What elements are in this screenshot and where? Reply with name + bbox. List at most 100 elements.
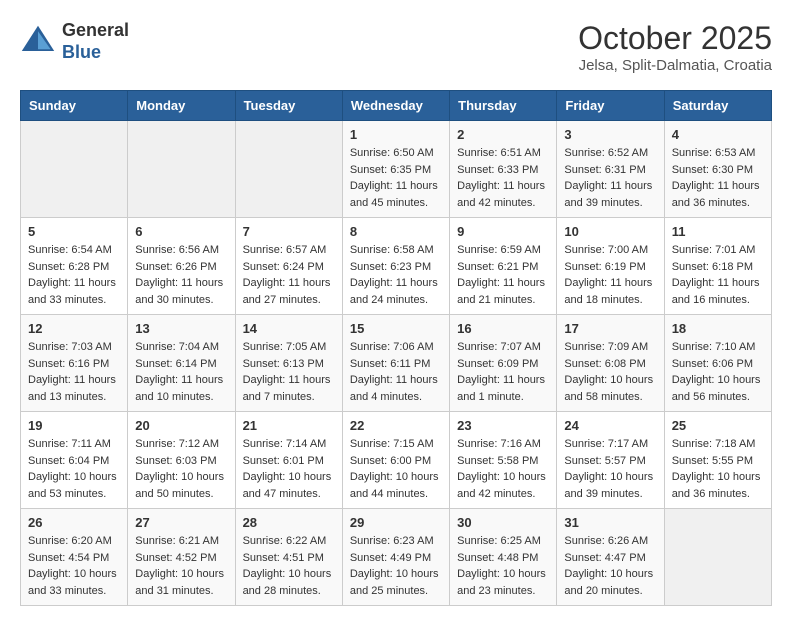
location: Jelsa, Split-Dalmatia, Croatia (578, 57, 772, 74)
day-header-sunday: Sunday (21, 91, 128, 121)
calendar-cell: 18Sunrise: 7:10 AM Sunset: 6:06 PM Dayli… (664, 315, 771, 412)
day-number: 3 (564, 127, 656, 142)
week-row-4: 19Sunrise: 7:11 AM Sunset: 6:04 PM Dayli… (21, 412, 772, 509)
calendar-cell: 9 Sunrise: 6:59 AM Sunset: 6:21 PM Daylig… (450, 218, 557, 315)
calendar-table: SundayMondayTuesdayWednesdayThursdayFrid… (20, 90, 772, 606)
calendar-cell: 14Sunrise: 7:05 AM Sunset: 6:13 PM Dayli… (235, 315, 342, 412)
day-number: 4 (672, 127, 764, 142)
calendar-cell: 22Sunrise: 7:15 AM Sunset: 6:00 PM Dayli… (342, 412, 449, 509)
day-info: Sunrise: 7:06 AM Sunset: 6:11 PM Dayligh… (350, 339, 442, 405)
day-info: Sunrise: 7:17 AM Sunset: 5:57 PM Dayligh… (564, 436, 656, 502)
calendar-cell: 23 Sunrise: 7:16 AM Sunset: 5:58 PM Dayli… (450, 412, 557, 509)
day-info: Sunrise: 7:03 AM Sunset: 6:16 PM Dayligh… (28, 339, 120, 405)
day-number: 18 (672, 321, 764, 336)
day-header-monday: Monday (128, 91, 235, 121)
day-info: Sunrise: 7:01 AM Sunset: 6:18 PM Dayligh… (672, 242, 764, 308)
day-info: Sunrise: 6:57 AM Sunset: 6:24 PM Dayligh… (243, 242, 335, 308)
calendar-cell: 4 Sunrise: 6:53 AM Sunset: 6:30 PM Daylig… (664, 121, 771, 218)
calendar-cell: 11 Sunrise: 7:01 AM Sunset: 6:18 PM Dayli… (664, 218, 771, 315)
calendar-cell: 30Sunrise: 6:25 AM Sunset: 4:48 PM Dayli… (450, 509, 557, 606)
month-title: October 2025 (578, 20, 772, 57)
calendar-cell: 13Sunrise: 7:04 AM Sunset: 6:14 PM Dayli… (128, 315, 235, 412)
calendar-cell: 28 Sunrise: 6:22 AM Sunset: 4:51 PM Dayli… (235, 509, 342, 606)
day-header-wednesday: Wednesday (342, 91, 449, 121)
calendar-cell: 2 Sunrise: 6:51 AM Sunset: 6:33 PM Daylig… (450, 121, 557, 218)
day-info: Sunrise: 7:05 AM Sunset: 6:13 PM Dayligh… (243, 339, 335, 405)
day-number: 24 (564, 418, 656, 433)
day-number: 16 (457, 321, 549, 336)
day-info: Sunrise: 6:20 AM Sunset: 4:54 PM Dayligh… (28, 533, 120, 599)
day-info: Sunrise: 6:26 AM Sunset: 4:47 PM Dayligh… (564, 533, 656, 599)
day-info: Sunrise: 6:51 AM Sunset: 6:33 PM Dayligh… (457, 145, 549, 211)
day-info: Sunrise: 6:21 AM Sunset: 4:52 PM Dayligh… (135, 533, 227, 599)
day-number: 11 (672, 224, 764, 239)
calendar-cell (128, 121, 235, 218)
day-info: Sunrise: 7:07 AM Sunset: 6:09 PM Dayligh… (457, 339, 549, 405)
day-number: 30 (457, 515, 549, 530)
day-info: Sunrise: 7:16 AM Sunset: 5:58 PM Dayligh… (457, 436, 549, 502)
day-number: 23 (457, 418, 549, 433)
day-header-friday: Friday (557, 91, 664, 121)
calendar-cell (664, 509, 771, 606)
calendar-cell: 21 Sunrise: 7:14 AM Sunset: 6:01 PM Dayli… (235, 412, 342, 509)
calendar-cell: 31Sunrise: 6:26 AM Sunset: 4:47 PM Dayli… (557, 509, 664, 606)
logo-blue: Blue (62, 42, 129, 64)
day-number: 17 (564, 321, 656, 336)
day-number: 25 (672, 418, 764, 433)
day-number: 15 (350, 321, 442, 336)
day-info: Sunrise: 6:53 AM Sunset: 6:30 PM Dayligh… (672, 145, 764, 211)
day-header-thursday: Thursday (450, 91, 557, 121)
day-number: 1 (350, 127, 442, 142)
day-number: 5 (28, 224, 120, 239)
day-info: Sunrise: 7:14 AM Sunset: 6:01 PM Dayligh… (243, 436, 335, 502)
calendar-cell (21, 121, 128, 218)
day-number: 27 (135, 515, 227, 530)
title-block: October 2025 Jelsa, Split-Dalmatia, Croa… (578, 20, 772, 74)
day-number: 9 (457, 224, 549, 239)
day-header-saturday: Saturday (664, 91, 771, 121)
day-number: 21 (243, 418, 335, 433)
day-number: 7 (243, 224, 335, 239)
calendar-cell: 20 Sunrise: 7:12 AM Sunset: 6:03 PM Dayli… (128, 412, 235, 509)
week-row-2: 5Sunrise: 6:54 AM Sunset: 6:28 PM Daylig… (21, 218, 772, 315)
logo: General Blue (20, 20, 129, 63)
day-number: 10 (564, 224, 656, 239)
day-number: 2 (457, 127, 549, 142)
day-info: Sunrise: 7:12 AM Sunset: 6:03 PM Dayligh… (135, 436, 227, 502)
day-number: 22 (350, 418, 442, 433)
calendar-cell: 1 Sunrise: 6:50 AM Sunset: 6:35 PM Daylig… (342, 121, 449, 218)
logo-text: General Blue (62, 20, 129, 63)
calendar-cell (235, 121, 342, 218)
day-info: Sunrise: 6:56 AM Sunset: 6:26 PM Dayligh… (135, 242, 227, 308)
week-row-5: 26Sunrise: 6:20 AM Sunset: 4:54 PM Dayli… (21, 509, 772, 606)
calendar-cell: 25 Sunrise: 7:18 AM Sunset: 5:55 PM Dayli… (664, 412, 771, 509)
calendar-cell: 16 Sunrise: 7:07 AM Sunset: 6:09 PM Dayli… (450, 315, 557, 412)
calendar-cell: 12 Sunrise: 7:03 AM Sunset: 6:16 PM Dayli… (21, 315, 128, 412)
day-number: 20 (135, 418, 227, 433)
logo-general: General (62, 20, 129, 42)
day-info: Sunrise: 6:59 AM Sunset: 6:21 PM Dayligh… (457, 242, 549, 308)
calendar-cell: 10 Sunrise: 7:00 AM Sunset: 6:19 PM Dayli… (557, 218, 664, 315)
week-row-1: 1 Sunrise: 6:50 AM Sunset: 6:35 PM Daylig… (21, 121, 772, 218)
calendar-cell: 3 Sunrise: 6:52 AM Sunset: 6:31 PM Daylig… (557, 121, 664, 218)
calendar-header-row: SundayMondayTuesdayWednesdayThursdayFrid… (21, 91, 772, 121)
day-number: 8 (350, 224, 442, 239)
week-row-3: 12 Sunrise: 7:03 AM Sunset: 6:16 PM Dayli… (21, 315, 772, 412)
day-info: Sunrise: 6:22 AM Sunset: 4:51 PM Dayligh… (243, 533, 335, 599)
day-info: Sunrise: 6:50 AM Sunset: 6:35 PM Dayligh… (350, 145, 442, 211)
day-info: Sunrise: 7:18 AM Sunset: 5:55 PM Dayligh… (672, 436, 764, 502)
calendar-cell: 29Sunrise: 6:23 AM Sunset: 4:49 PM Dayli… (342, 509, 449, 606)
day-number: 28 (243, 515, 335, 530)
day-number: 19 (28, 418, 120, 433)
day-number: 29 (350, 515, 442, 530)
calendar-cell: 24 Sunrise: 7:17 AM Sunset: 5:57 PM Dayli… (557, 412, 664, 509)
day-info: Sunrise: 7:00 AM Sunset: 6:19 PM Dayligh… (564, 242, 656, 308)
day-info: Sunrise: 7:09 AM Sunset: 6:08 PM Dayligh… (564, 339, 656, 405)
calendar-cell: 19Sunrise: 7:11 AM Sunset: 6:04 PM Dayli… (21, 412, 128, 509)
day-info: Sunrise: 6:52 AM Sunset: 6:31 PM Dayligh… (564, 145, 656, 211)
calendar-cell: 7 Sunrise: 6:57 AM Sunset: 6:24 PM Daylig… (235, 218, 342, 315)
day-number: 12 (28, 321, 120, 336)
day-header-tuesday: Tuesday (235, 91, 342, 121)
calendar-cell: 27 Sunrise: 6:21 AM Sunset: 4:52 PM Dayli… (128, 509, 235, 606)
day-info: Sunrise: 7:04 AM Sunset: 6:14 PM Dayligh… (135, 339, 227, 405)
